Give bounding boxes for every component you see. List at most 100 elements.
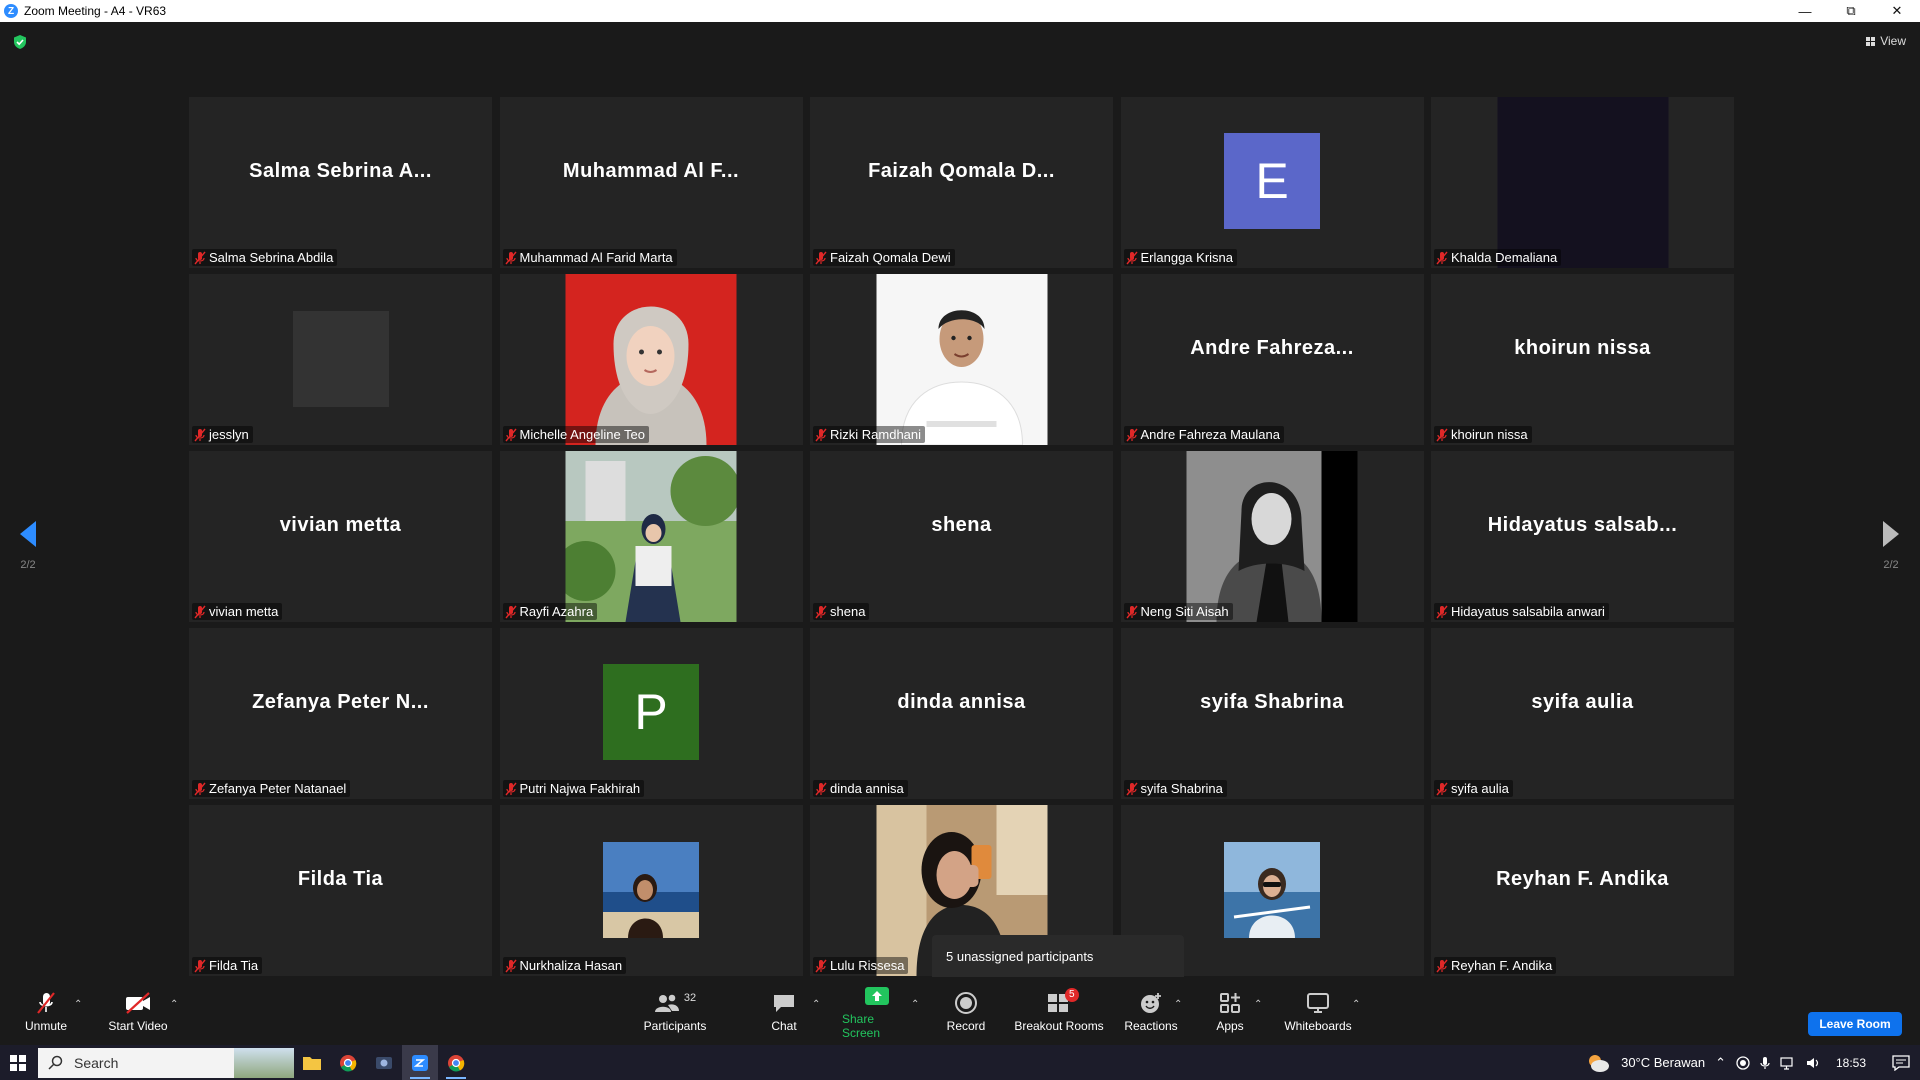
chrome-icon — [448, 1054, 465, 1071]
next-page-indicator: 2/2 — [1883, 559, 1899, 571]
participant-tile[interactable]: jesslyn — [189, 274, 492, 445]
view-button[interactable]: View — [1866, 34, 1906, 48]
audio-options-caret[interactable]: ⌃ — [74, 999, 82, 1010]
chat-icon — [774, 994, 794, 1012]
network-icon[interactable] — [1780, 1056, 1796, 1070]
participant-tile[interactable]: Faizah Qomala D... Faizah Qomala Dewi — [810, 97, 1113, 268]
start-video-button[interactable]: Start Video — [106, 977, 170, 1045]
windows-logo-icon — [10, 1054, 26, 1071]
participant-name: Khalda Demaliana — [1451, 250, 1558, 265]
security-shield-icon[interactable] — [12, 34, 28, 50]
unmute-button[interactable]: Unmute — [20, 977, 72, 1045]
participant-name-label: Faizah Qomala Dewi — [813, 249, 955, 266]
muted-mic-icon — [1125, 782, 1138, 795]
participant-tile[interactable]: Muhammad Al F... Muhammad Al Farid Marta — [499, 97, 803, 268]
participant-tile[interactable]: Filda Tia Filda Tia — [189, 805, 492, 976]
whiteboards-options-caret[interactable]: ⌃ — [1352, 999, 1360, 1010]
participant-tile[interactable]: Hidayatus salsab... Hidayatus salsabila a… — [1431, 451, 1734, 622]
muted-mic-icon — [194, 251, 206, 264]
reactions-options-caret[interactable]: ⌃ — [1174, 999, 1182, 1010]
muted-mic-icon — [815, 959, 827, 972]
participant-tile[interactable]: Rayfi Azahra — [499, 451, 803, 622]
zoom-taskbar-button[interactable] — [402, 1045, 438, 1080]
apps-options-caret[interactable]: ⌃ — [1254, 999, 1262, 1010]
participant-name-label: dinda annisa — [813, 780, 908, 797]
participants-button[interactable]: 32 Participants — [640, 977, 710, 1045]
participant-display-name: Muhammad Al F... — [562, 160, 740, 182]
taskbar-search[interactable]: Search — [38, 1047, 294, 1078]
restore-button[interactable]: ⧉ — [1828, 0, 1874, 22]
weather-text[interactable]: 30°C Berawan — [1621, 1055, 1705, 1070]
record-icon — [955, 991, 977, 1014]
clock-time[interactable]: 18:53 — [1836, 1056, 1866, 1070]
participant-tile[interactable]: Rizki Ramdhani — [810, 274, 1113, 445]
muted-mic-icon — [1125, 428, 1138, 441]
volume-icon[interactable] — [1806, 1056, 1822, 1070]
share-screen-button[interactable]: Share Screen — [842, 977, 912, 1045]
participant-tile[interactable]: Zefanya Peter N... Zefanya Peter Natanael — [189, 628, 492, 799]
meeting-area: View 2/2 2/2 Salma Sebrina A... Salma Seb… — [0, 22, 1920, 991]
chat-button[interactable]: Chat — [762, 977, 806, 1045]
next-page-button[interactable]: 2/2 — [1861, 520, 1920, 571]
share-options-caret[interactable]: ⌃ — [911, 999, 919, 1010]
participant-tile[interactable]: Andre Fahreza... Andre Fahreza Maulana — [1120, 274, 1424, 445]
weather-cloudy-icon[interactable] — [1585, 1052, 1611, 1074]
participant-tile[interactable]: Khalda Demaliana — [1431, 97, 1734, 268]
participant-display-name: shena — [931, 514, 992, 536]
participant-display-name: vivian metta — [279, 514, 402, 536]
participant-tile[interactable]: P Putri Najwa Fakhirah — [499, 628, 803, 799]
participant-name-label: Rayfi Azahra — [502, 603, 598, 620]
participant-tile[interactable]: E Erlangga Krisna — [1120, 97, 1424, 268]
tray-expand-icon[interactable]: ⌃ — [1715, 1055, 1726, 1071]
record-status-icon[interactable] — [1736, 1055, 1750, 1070]
chat-options-caret[interactable]: ⌃ — [812, 999, 820, 1010]
camera-app-taskbar-button[interactable] — [366, 1045, 402, 1080]
file-explorer-taskbar-button[interactable] — [294, 1045, 330, 1080]
participant-tile[interactable]: syifa Shabrina syifa Shabrina — [1120, 628, 1424, 799]
participant-tile[interactable]: syifa aulia syifa aulia — [1431, 628, 1734, 799]
participant-tile[interactable]: Salma Sebrina A... Salma Sebrina Abdila — [189, 97, 492, 268]
participant-tile[interactable]: dinda annisa dinda annisa — [810, 628, 1113, 799]
participant-tile[interactable]: Nurkhaliza Hasan — [499, 805, 803, 976]
microphone-tray-icon[interactable] — [1760, 1056, 1770, 1070]
participant-display-name: Andre Fahreza... — [1190, 337, 1354, 359]
participant-tile[interactable]: vivian metta vivian metta — [189, 451, 492, 622]
breakout-rooms-button[interactable]: 5 Breakout Rooms — [1014, 977, 1104, 1045]
start-button[interactable] — [0, 1045, 36, 1080]
participant-name: khoirun nissa — [1451, 427, 1528, 442]
whiteboards-button[interactable]: Whiteboards — [1282, 977, 1354, 1045]
muted-mic-icon — [815, 251, 827, 264]
chrome-window-taskbar-button[interactable] — [438, 1045, 474, 1080]
participant-name: syifa Shabrina — [1140, 781, 1223, 796]
participant-tile[interactable]: khoirun nissa khoirun nissa — [1431, 274, 1734, 445]
chrome-taskbar-button[interactable] — [330, 1045, 366, 1080]
minimize-button[interactable]: — — [1782, 0, 1828, 22]
close-button[interactable]: ✕ — [1874, 0, 1920, 22]
participant-name: Erlangga Krisna — [1140, 250, 1234, 265]
muted-mic-icon — [1436, 959, 1448, 972]
leave-room-button[interactable]: Leave Room — [1808, 1012, 1902, 1036]
participant-tile[interactable]: shena shena — [810, 451, 1113, 622]
participant-tile[interactable]: Neng Siti Aisah — [1120, 451, 1424, 622]
participant-tile[interactable]: Reyhan F. Andika Reyhan F. Andika — [1431, 805, 1734, 976]
participant-photo — [1186, 451, 1358, 622]
reactions-icon — [1141, 992, 1161, 1013]
notifications-icon[interactable] — [1892, 1054, 1910, 1071]
chrome-icon — [340, 1054, 357, 1071]
video-options-caret[interactable]: ⌃ — [170, 999, 178, 1010]
apps-button[interactable]: Apps — [1210, 977, 1250, 1045]
right-arrow-icon — [1883, 521, 1899, 547]
record-button[interactable]: Record — [946, 977, 986, 1045]
participant-name-label: Michelle Angeline Teo — [502, 426, 650, 443]
participant-name: Rayfi Azahra — [519, 604, 594, 619]
participant-name: Neng Siti Aisah — [1140, 604, 1229, 619]
participant-name: Reyhan F. Andika — [1451, 958, 1553, 973]
participant-name: Salma Sebrina Abdila — [209, 250, 334, 265]
reactions-button[interactable]: Reactions — [1124, 977, 1178, 1045]
previous-page-button[interactable]: 2/2 — [0, 520, 58, 571]
participant-name-label: Rizki Ramdhani — [813, 426, 926, 443]
participant-tile[interactable]: Michelle Angeline Teo — [499, 274, 803, 445]
participant-name-label: Khalda Demaliana — [1434, 249, 1562, 266]
participant-video-dark — [1497, 97, 1668, 268]
participant-name: Michelle Angeline Teo — [519, 427, 646, 442]
